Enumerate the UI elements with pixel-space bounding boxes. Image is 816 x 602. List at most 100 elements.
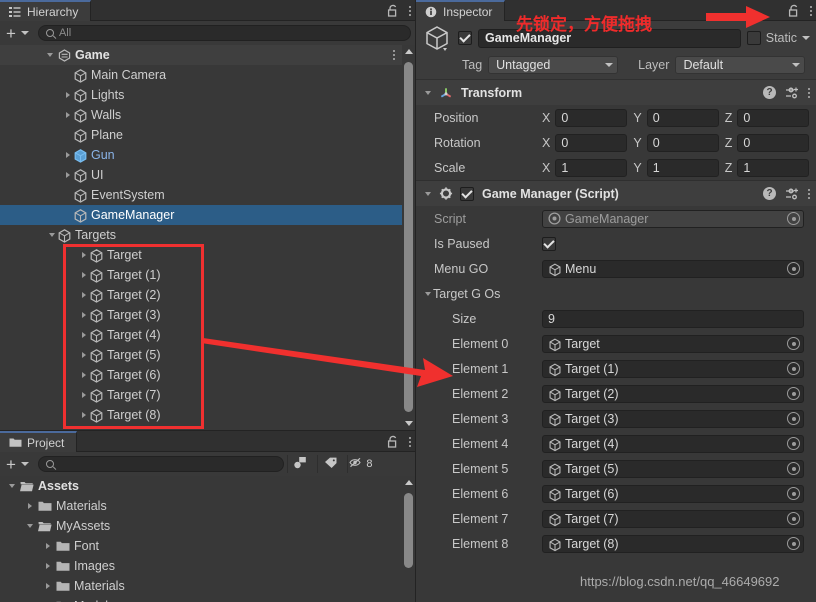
static-control[interactable]: Static <box>746 31 810 45</box>
array-element-7-object-field[interactable]: Target (7) <box>542 509 804 528</box>
kebab-menu-icon[interactable] <box>808 188 810 199</box>
lock-open-icon[interactable] <box>386 4 400 18</box>
object-picker-icon[interactable] <box>787 362 800 375</box>
expand-toggle[interactable] <box>24 524 35 528</box>
script-expand-toggle[interactable] <box>422 191 433 196</box>
array-element-6-object-field[interactable]: Target (6) <box>542 484 804 503</box>
expand-toggle[interactable] <box>62 152 73 158</box>
array-element-3-object-field[interactable]: Target (3) <box>542 409 804 428</box>
expand-toggle[interactable] <box>62 92 73 98</box>
hidden-objects-toggle[interactable]: 8 <box>346 455 374 473</box>
lock-open-icon[interactable] <box>787 4 801 18</box>
scrollbar-thumb[interactable] <box>404 62 413 412</box>
project-item-materials[interactable]: Materials <box>0 496 403 516</box>
gameobject-active-checkbox[interactable] <box>458 31 472 45</box>
array-element-4-object-field[interactable]: Target (4) <box>542 434 804 453</box>
chevron-down-icon[interactable] <box>20 31 29 35</box>
array-element-2-object-field[interactable]: Target (2) <box>542 384 804 403</box>
presets-icon[interactable] <box>785 86 799 100</box>
layer-dropdown[interactable]: Default <box>675 55 806 74</box>
expand-toggle[interactable] <box>42 563 53 569</box>
project-item-models[interactable]: Models <box>0 596 403 602</box>
kebab-menu-icon[interactable] <box>409 5 411 16</box>
hierarchy-item-main-camera[interactable]: Main Camera <box>0 65 403 85</box>
array-element-0-object-field[interactable]: Target <box>542 334 804 353</box>
transform-scale-z-input[interactable]: 1 <box>737 158 810 177</box>
expand-toggle[interactable] <box>6 484 17 488</box>
add-gameobject-button[interactable]: + <box>4 25 18 42</box>
kebab-menu-icon[interactable] <box>808 87 810 98</box>
tag-dropdown[interactable]: Untagged <box>488 55 619 74</box>
tab-project[interactable]: Project <box>0 431 78 452</box>
object-picker-icon[interactable] <box>787 487 800 500</box>
tab-inspector[interactable]: Inspector <box>416 0 506 21</box>
project-item-assets[interactable]: Assets <box>0 476 403 496</box>
project-item-font[interactable]: Font <box>0 536 403 556</box>
hierarchy-search-input[interactable]: All <box>37 25 411 41</box>
help-icon[interactable]: ? <box>763 187 776 200</box>
scrollbar-thumb[interactable] <box>404 493 413 568</box>
help-icon[interactable]: ? <box>763 86 776 99</box>
hierarchy-item-plane[interactable]: Plane <box>0 125 403 145</box>
project-item-materials[interactable]: Materials <box>0 576 403 596</box>
transform-scale-x-input[interactable]: 1 <box>555 158 628 177</box>
kebab-menu-icon[interactable] <box>810 5 812 16</box>
transform-rotation-z-input[interactable]: 0 <box>737 133 810 152</box>
transform-position-z-input[interactable]: 0 <box>737 108 810 127</box>
chevron-down-icon[interactable] <box>20 462 29 466</box>
scroll-down-arrow[interactable] <box>402 417 415 430</box>
object-picker-icon[interactable] <box>787 262 800 275</box>
script-enabled-checkbox[interactable] <box>460 186 474 201</box>
expand-toggle[interactable] <box>62 112 73 118</box>
lock-open-icon[interactable] <box>386 435 400 449</box>
scene-expand-toggle[interactable] <box>44 53 55 57</box>
object-picker-icon[interactable] <box>787 537 800 550</box>
expand-toggle[interactable] <box>42 583 53 589</box>
transform-rotation-y-input[interactable]: 0 <box>646 133 719 152</box>
expand-toggle[interactable] <box>24 503 35 509</box>
object-picker-icon[interactable] <box>787 337 800 350</box>
script-header[interactable]: Game Manager (Script) ? <box>416 181 816 206</box>
array-element-5-object-field[interactable]: Target (5) <box>542 459 804 478</box>
hierarchy-item-gun[interactable]: Gun <box>0 145 403 165</box>
object-picker-icon[interactable] <box>787 512 800 525</box>
array-expand-toggle[interactable] <box>422 291 433 296</box>
object-picker-icon[interactable] <box>787 412 800 425</box>
search-by-label-button[interactable] <box>316 455 344 473</box>
object-picker-icon[interactable] <box>787 387 800 400</box>
script-prop-menu-go-object-field[interactable]: Menu <box>542 259 804 278</box>
static-checkbox[interactable] <box>746 31 761 45</box>
scroll-up-arrow[interactable] <box>402 45 415 58</box>
transform-position-y-input[interactable]: 0 <box>646 108 719 127</box>
array-header-target-g-os[interactable]: Target G Os <box>416 281 816 306</box>
hierarchy-scene-row[interactable]: Game <box>0 45 403 65</box>
transform-expand-toggle[interactable] <box>422 90 433 95</box>
object-picker-icon[interactable] <box>787 462 800 475</box>
array-element-1-object-field[interactable]: Target (1) <box>542 359 804 378</box>
transform-scale-y-input[interactable]: 1 <box>646 158 719 177</box>
kebab-menu-icon[interactable] <box>409 436 411 447</box>
chevron-down-icon[interactable] <box>802 36 810 40</box>
hierarchy-scrollbar[interactable] <box>402 45 415 430</box>
create-asset-button[interactable]: + <box>4 456 18 473</box>
project-search-input[interactable] <box>37 456 284 472</box>
hierarchy-item-targets[interactable]: Targets <box>0 225 403 245</box>
presets-icon[interactable] <box>785 187 799 201</box>
project-item-myassets[interactable]: MyAssets <box>0 516 403 536</box>
transform-header[interactable]: Transform ? <box>416 80 816 105</box>
project-item-images[interactable]: Images <box>0 556 403 576</box>
array-size-input[interactable]: 9 <box>542 309 804 328</box>
expand-toggle[interactable] <box>46 233 57 237</box>
expand-toggle[interactable] <box>42 543 53 549</box>
tab-hierarchy[interactable]: Hierarchy <box>0 0 92 21</box>
hierarchy-item-ui[interactable]: UI <box>0 165 403 185</box>
script-prop-script-object-field[interactable]: GameManager <box>542 209 804 228</box>
array-element-8-object-field[interactable]: Target (8) <box>542 534 804 553</box>
transform-rotation-x-input[interactable]: 0 <box>555 133 628 152</box>
script-prop-is-paused-checkbox[interactable] <box>542 236 556 251</box>
transform-position-x-input[interactable]: 0 <box>555 108 628 127</box>
scene-kebab-menu-icon[interactable] <box>393 50 395 60</box>
hierarchy-item-lights[interactable]: Lights <box>0 85 403 105</box>
object-picker-icon[interactable] <box>787 437 800 450</box>
hierarchy-item-gamemanager[interactable]: GameManager <box>0 205 403 225</box>
